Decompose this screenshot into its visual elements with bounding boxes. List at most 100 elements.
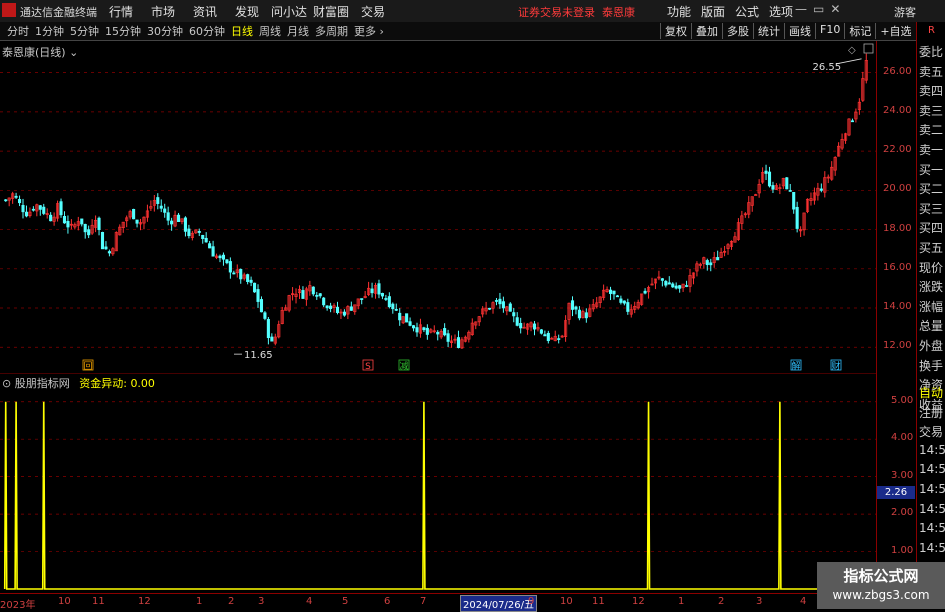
quote-field-11[interactable]: 现价 — [919, 259, 943, 276]
candle-body — [446, 333, 450, 342]
candle-body — [543, 334, 547, 337]
menu-banmian[interactable]: 版面 — [696, 3, 730, 20]
quote-field-0[interactable]: 委比 — [919, 43, 943, 60]
quote-field-4[interactable]: 卖二 — [919, 121, 943, 138]
event-marker[interactable]: 解 — [791, 360, 800, 372]
toolbar-button-4[interactable]: 画线 — [784, 23, 815, 39]
menu-item-zixun[interactable]: 资讯 — [184, 3, 226, 20]
trade-row-7[interactable]: 14:56 — [919, 521, 945, 535]
app-title: 通达信金融终端 — [20, 6, 97, 19]
candle-body — [97, 217, 101, 230]
menu-item-caifuquan[interactable]: 财富圈 — [310, 3, 352, 20]
quote-field-8[interactable]: 买三 — [919, 200, 943, 217]
chevron-down-icon[interactable]: ⌄ — [69, 46, 78, 59]
period-tab-1[interactable]: 1分钟 — [32, 23, 67, 39]
close-icon[interactable]: ✕ — [830, 2, 840, 16]
price-axis: 26.00 24.00 22.00 20.00 18.00 16.00 14.00 12.00 — [876, 41, 917, 373]
quote-field-16[interactable]: 换手 — [919, 357, 943, 374]
minimize-icon[interactable]: — — [795, 2, 807, 16]
candle-body — [259, 299, 264, 313]
quote-field-9[interactable]: 买四 — [919, 219, 943, 236]
toolbar-button-2[interactable]: 多股 — [722, 23, 753, 39]
watermark: 指标公式网 www.zbgs3.com — [817, 562, 945, 609]
title-bar: 通达信金融终端 行情 市场 资讯 发现 问小达 财富圈 交易 证券交易未登录 泰… — [0, 0, 945, 23]
menu-item-faxian[interactable]: 发现 — [226, 3, 268, 20]
candle-body — [239, 268, 243, 280]
menu-item-hangqing[interactable]: 行情 — [100, 3, 142, 20]
candle-body — [270, 336, 274, 342]
quote-field-2[interactable]: 卖四 — [919, 82, 943, 99]
trade-row-0[interactable]: 自动 — [919, 384, 943, 401]
quote-field-10[interactable]: 买五 — [919, 239, 943, 256]
date-label-7: 4 — [306, 596, 313, 607]
event-marker[interactable]: 回 — [83, 361, 92, 372]
period-tab-10[interactable]: 更多 › — [351, 23, 387, 39]
trade-row-5[interactable]: 14:56 — [919, 482, 945, 496]
trade-row-4[interactable]: 14:56 — [919, 462, 945, 476]
period-tab-2[interactable]: 5分钟 — [67, 23, 102, 39]
toolbar-button-6[interactable]: 标记 — [844, 23, 875, 39]
quote-field-7[interactable]: 买二 — [919, 180, 943, 197]
period-tab-3[interactable]: 15分钟 — [102, 23, 144, 39]
quote-field-13[interactable]: 涨幅 — [919, 298, 943, 315]
indicator-title: ⊙ 股朋指标网 资金异动: 0.00 — [2, 375, 155, 391]
quote-field-1[interactable]: 卖五 — [919, 63, 943, 80]
menu-gongneng[interactable]: 功能 — [662, 3, 696, 20]
toolbar-button-7[interactable]: +自选 — [875, 23, 915, 39]
indicator-toggle-icon[interactable]: ⊙ — [2, 377, 11, 390]
event-marker[interactable]: 财 — [831, 360, 840, 372]
menu-gongshi[interactable]: 公式 — [730, 3, 764, 20]
event-marker[interactable]: 减 — [399, 360, 408, 372]
trade-row-6[interactable]: 14:56 — [919, 502, 945, 516]
period-tab-5[interactable]: 60分钟 — [186, 23, 228, 39]
trade-row-2[interactable]: 交易 — [919, 423, 943, 440]
trade-row-3[interactable]: 14:56 — [919, 443, 945, 457]
maximize-icon[interactable]: ▭ — [813, 2, 824, 16]
price-tick-1: 24.00 — [883, 104, 912, 116]
price-tick-0: 26.00 — [883, 65, 912, 77]
quote-field-6[interactable]: 买一 — [919, 161, 943, 178]
date-axis: 2023年 10 11 12 1 2 3 4 5 6 7 2024/07/26/五 9 10 11 12 1 2 3… — [0, 593, 876, 612]
indicator-name[interactable]: 股朋指标网 — [15, 377, 70, 390]
right-menu: 功能 版面 公式 选项 — [662, 3, 798, 20]
guest-label[interactable]: 游客 — [894, 4, 916, 20]
menu-item-jiaoyi[interactable]: 交易 — [352, 3, 394, 20]
candle-body — [263, 312, 267, 319]
candle-body — [315, 295, 319, 297]
period-tab-9[interactable]: 多周期 — [312, 23, 351, 39]
candle-body — [795, 206, 799, 229]
period-tab-0[interactable]: 分时 — [4, 23, 32, 39]
toolbar-button-0[interactable]: 复权 — [660, 23, 691, 39]
quote-field-3[interactable]: 卖三 — [919, 102, 943, 119]
kline-chart[interactable]: 26.55 11.65 回 S 减 解 财 ◇ — [0, 41, 876, 373]
event-marker[interactable]: S — [365, 362, 371, 372]
candle-body — [408, 321, 412, 326]
login-status[interactable]: 证券交易未登录 泰恩康 — [518, 4, 635, 20]
candle-body — [425, 327, 429, 335]
quote-field-15[interactable]: 外盘 — [919, 337, 943, 354]
quote-field-12[interactable]: 涨跌 — [919, 278, 943, 295]
toolbar-button-1[interactable]: 叠加 — [691, 23, 722, 39]
period-tab-4[interactable]: 30分钟 — [144, 23, 186, 39]
candle-body — [515, 317, 519, 326]
menu-item-wenxiaoda[interactable]: 问小达 — [268, 3, 310, 20]
panel-header[interactable]: R — [917, 22, 945, 40]
panel-toggle-icon[interactable] — [863, 43, 874, 54]
toolbar-button-3[interactable]: 统计 — [753, 23, 784, 39]
diamond-icon[interactable]: ◇ — [848, 45, 856, 56]
candle-body — [14, 195, 18, 198]
toolbar-button-5[interactable]: F10 — [815, 23, 844, 39]
trade-row-8[interactable]: 14:56 — [919, 541, 945, 555]
quote-field-5[interactable]: 卖一 — [919, 141, 943, 158]
period-tab-6[interactable]: 日线 — [228, 23, 256, 39]
period-tab-8[interactable]: 月线 — [284, 23, 312, 39]
quote-field-14[interactable]: 总量 — [919, 317, 943, 334]
menu-xuanxiang[interactable]: 选项 — [764, 3, 798, 20]
menu-item-shichang[interactable]: 市场 — [142, 3, 184, 20]
candle-body — [246, 274, 250, 282]
period-tab-7[interactable]: 周线 — [256, 23, 284, 39]
date-label-1: 10 — [58, 596, 71, 607]
chart-toolbar: 复权叠加多股统计画线F10标记+自选返回 — [660, 23, 945, 39]
trade-row-1[interactable]: 注册 — [919, 404, 943, 421]
indicator-chart[interactable] — [0, 373, 876, 593]
